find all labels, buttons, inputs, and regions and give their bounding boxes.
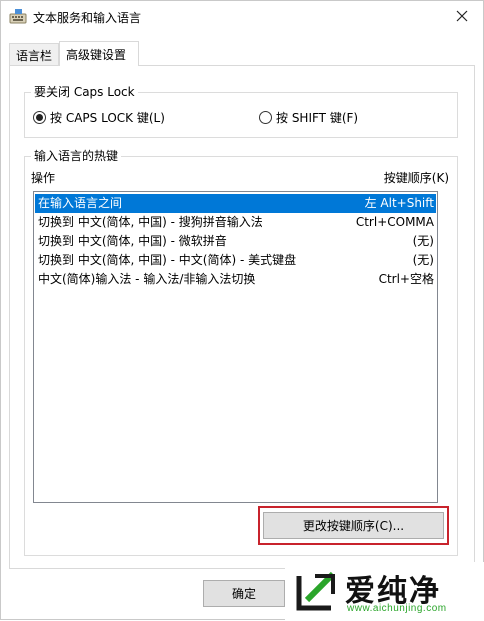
dialog-window: 文本服务和输入语言 语言栏 高级键设置 要关闭 Caps Lock 按 CAPS… [0, 0, 484, 621]
ok-button[interactable]: 确定 [203, 580, 285, 607]
radio-selected-dot [36, 114, 43, 121]
list-item[interactable]: 在输入语言之间 左 Alt+Shift [35, 194, 436, 213]
list-item-keys: 左 Alt+Shift [364, 196, 434, 210]
hotkey-list[interactable]: 在输入语言之间 左 Alt+Shift 切换到 中文(简体, 中国) - 搜狗拼… [33, 191, 438, 503]
list-item-action: 在输入语言之间 [38, 196, 123, 210]
radio-shift[interactable] [259, 111, 272, 124]
caps-lock-group: 要关闭 Caps Lock 按 CAPS LOCK 键(L) 按 SHIFT 键… [24, 84, 458, 138]
list-item[interactable]: 切换到 中文(简体, 中国) - 搜狗拼音输入法 Ctrl+COMMA [35, 213, 436, 232]
hotkeys-group: 输入语言的热键 操作 按键顺序(K) 在输入语言之间 左 Alt+Shift 切… [24, 148, 458, 556]
list-item-action: 切换到 中文(简体, 中国) - 搜狗拼音输入法 [38, 215, 263, 229]
window-title: 文本服务和输入语言 [33, 11, 142, 25]
list-item[interactable]: 中文(简体)输入法 - 输入法/非输入法切换 Ctrl+空格 [35, 270, 436, 289]
radio-caps-lock-label: 按 CAPS LOCK 键(L) [50, 111, 165, 125]
list-item-keys: (无) [412, 234, 434, 248]
radio-caps-lock-option[interactable]: 按 CAPS LOCK 键(L) [33, 109, 165, 126]
column-header-key-sequence: 按键顺序(K) [383, 171, 449, 185]
tab-advanced-key-settings[interactable]: 高级键设置 [59, 41, 139, 66]
change-key-sequence-button[interactable]: 更改按键顺序(C)... [263, 512, 444, 539]
caps-lock-group-title: 要关闭 Caps Lock [31, 84, 138, 100]
hotkeys-group-title: 输入语言的热键 [31, 148, 122, 164]
list-item-action: 切换到 中文(简体, 中国) - 中文(简体) - 美式键盘 [38, 253, 297, 267]
list-item-keys: Ctrl+COMMA [355, 215, 434, 229]
radio-shift-option[interactable]: 按 SHIFT 键(F) [259, 109, 358, 126]
column-header-action: 操作 [31, 171, 56, 185]
watermark-logo-icon [293, 568, 339, 614]
title-bar: 文本服务和输入语言 [1, 1, 483, 33]
close-button[interactable] [449, 5, 475, 29]
radio-shift-label: 按 SHIFT 键(F) [276, 111, 359, 125]
watermark-url: www.aichunjing.com [347, 603, 447, 614]
list-item[interactable]: 切换到 中文(简体, 中国) - 中文(简体) - 美式键盘 (无) [35, 251, 436, 270]
watermark: 爱纯净 www.aichunjing.com [285, 562, 484, 621]
list-item-action: 切换到 中文(简体, 中国) - 微软拼音 [38, 234, 227, 248]
close-icon [456, 10, 468, 25]
list-item-action: 中文(简体)输入法 - 输入法/非输入法切换 [38, 272, 256, 286]
radio-caps-lock[interactable] [33, 111, 46, 124]
list-item-keys: (无) [412, 253, 434, 267]
tab-page-advanced: 要关闭 Caps Lock 按 CAPS LOCK 键(L) 按 SHIFT 键… [9, 65, 475, 569]
list-item[interactable]: 切换到 中文(简体, 中国) - 微软拼音 (无) [35, 232, 436, 251]
list-item-keys: Ctrl+空格 [378, 272, 434, 286]
tab-language-bar[interactable]: 语言栏 [9, 43, 59, 65]
keyboard-app-icon [9, 8, 27, 26]
